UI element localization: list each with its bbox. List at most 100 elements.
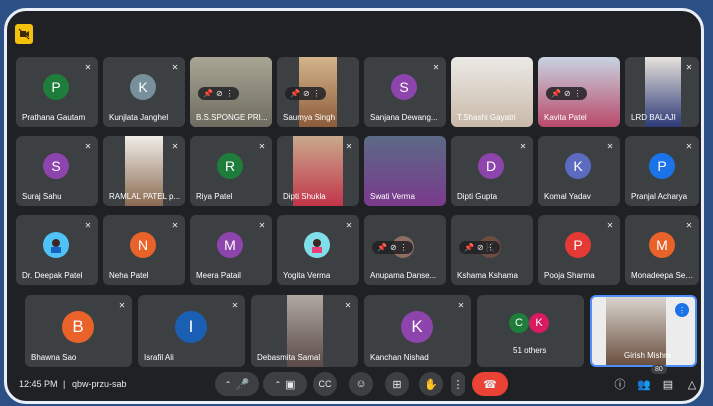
mic-muted-icon: ✕ xyxy=(345,141,353,151)
participant-tile[interactable]: M ✕ Monadeepa Sen... xyxy=(625,215,699,285)
participant-tile[interactable]: ✕ Dr. Deepak Patel xyxy=(16,215,98,285)
participant-tile[interactable]: 📌 ⊘ ⋮ B.S.SPONGE PRI... xyxy=(190,57,272,127)
mic-muted-icon: ✕ xyxy=(171,62,179,72)
mute-icon[interactable]: ⊘ xyxy=(477,243,484,252)
mic-muted-icon: ✕ xyxy=(84,62,92,72)
avatar: I xyxy=(175,311,207,343)
more-icon[interactable]: ⋮ xyxy=(226,89,234,98)
mic-muted-icon: ✕ xyxy=(606,220,614,230)
avatar: N xyxy=(130,232,156,258)
mic-muted-icon: ✕ xyxy=(171,141,179,151)
participant-tile[interactable]: ✕ LRD BALAJI xyxy=(625,57,699,127)
participant-tile[interactable]: S ✕ Suraj Sahu xyxy=(16,136,98,206)
mic-muted-icon: ✕ xyxy=(231,300,239,310)
participant-tile[interactable]: ⋮ Girish Mishra xyxy=(590,295,697,367)
camera-button[interactable]: ⌃ ▣ xyxy=(263,372,307,396)
tile-controls[interactable]: 📌 ⊘ ⋮ xyxy=(198,87,239,100)
people-button[interactable]: 👥 xyxy=(635,375,653,393)
chevron-up-icon[interactable]: ⌃ xyxy=(274,380,281,389)
speaking-indicator-icon: ⋮ xyxy=(675,303,689,317)
participant-tile[interactable]: S ✕ Sanjana Dewang... xyxy=(364,57,446,127)
participant-tile[interactable]: 📌 ⊘ ⋮ Anupama Danse... xyxy=(364,215,446,285)
tile-controls[interactable]: 📌 ⊘ ⋮ xyxy=(372,241,413,254)
pin-icon[interactable]: 📌 xyxy=(377,243,387,252)
tile-controls[interactable]: 📌 ⊘ ⋮ xyxy=(459,241,500,254)
participant-tile[interactable]: ✕ RAMLAL PATEL p... xyxy=(103,136,185,206)
participant-name: Sanjana Dewang... xyxy=(370,113,438,122)
chat-icon: ▤ xyxy=(662,378,674,391)
participant-tile[interactable]: B ✕ Bhawna Sao xyxy=(25,295,132,367)
participant-name: Riya Patel xyxy=(196,192,233,201)
more-icon[interactable]: ⋮ xyxy=(313,89,321,98)
raise-hand-button[interactable]: ✋ xyxy=(419,372,443,396)
avatar: P xyxy=(565,232,591,258)
pin-icon[interactable]: 📌 xyxy=(203,89,213,98)
chevron-up-icon[interactable]: ⌃ xyxy=(225,380,232,389)
participant-tile[interactable]: M ✕ Meera Patail xyxy=(190,215,272,285)
participant-tile[interactable]: 📌 ⊘ ⋮ Kavita Patel xyxy=(538,57,620,127)
avatar: D xyxy=(478,153,504,179)
participant-tile[interactable]: K ✕ Kunjlata Janghel xyxy=(103,57,185,127)
mic-muted-icon: ✕ xyxy=(258,220,266,230)
mic-muted-icon: ✕ xyxy=(344,300,352,310)
more-icon[interactable]: ⋮ xyxy=(487,243,495,252)
participant-tile[interactable]: ✕ Debasmita Samal xyxy=(251,295,358,367)
emoji-button[interactable]: ☺ xyxy=(349,372,373,396)
participant-name: Meera Patail xyxy=(196,271,241,280)
participant-tile[interactable]: K ✕ Komal Yadav xyxy=(538,136,620,206)
participant-tile[interactable]: P ✕ Pranjal Acharya xyxy=(625,136,699,206)
participant-tile[interactable]: ✕ Dipti Shukla xyxy=(277,136,359,206)
app-badge-icon[interactable] xyxy=(15,24,33,44)
more-vert-icon: ⋮ xyxy=(452,378,464,391)
participant-tile[interactable]: P ✕ Pooja Sharma xyxy=(538,215,620,285)
others-tile[interactable]: C K 51 others xyxy=(477,295,584,367)
microphone-icon: 🎤 xyxy=(235,378,250,391)
participant-tile[interactable]: I ✕ Israfil Ali xyxy=(138,295,245,367)
pin-icon[interactable]: 📌 xyxy=(290,89,300,98)
pin-icon[interactable]: 📌 xyxy=(551,89,561,98)
mic-muted-icon: ✕ xyxy=(432,62,440,72)
activities-button[interactable]: △ xyxy=(683,375,701,393)
mute-icon[interactable]: ⊘ xyxy=(216,89,223,98)
participant-tile[interactable]: D ✕ Dipti Gupta xyxy=(451,136,533,206)
mic-button[interactable]: ⌃ 🎤 xyxy=(215,372,259,396)
participant-tile[interactable]: N ✕ Neha Patel xyxy=(103,215,185,285)
emoji-icon: ☺ xyxy=(355,378,367,390)
chat-button[interactable]: ▤ xyxy=(659,375,677,393)
tile-controls[interactable]: 📌 ⊘ ⋮ xyxy=(285,87,326,100)
mute-icon[interactable]: ⊘ xyxy=(390,243,397,252)
participant-tile[interactable]: Swati Verma xyxy=(364,136,446,206)
mic-muted-icon: ✕ xyxy=(685,62,693,72)
present-button[interactable]: ⊞ xyxy=(385,372,409,396)
participant-name: Dr. Deepak Patel xyxy=(22,271,83,280)
participant-name: Girish Mishra xyxy=(624,351,672,360)
mute-icon[interactable]: ⊘ xyxy=(564,89,571,98)
others-count: 51 others xyxy=(513,346,547,355)
participant-tile[interactable]: K 📌⊘⋮ Kshama Kshama xyxy=(451,215,533,285)
avatar xyxy=(304,232,330,258)
mic-muted-icon: ✕ xyxy=(457,300,465,310)
mic-muted-icon: ✕ xyxy=(84,220,92,230)
tile-controls[interactable]: 📌 ⊘ ⋮ xyxy=(546,87,587,100)
participant-tile[interactable]: ✕ Yogita Verma xyxy=(277,215,359,285)
more-icon[interactable]: ⋮ xyxy=(400,243,408,252)
pin-icon[interactable]: 📌 xyxy=(464,243,474,252)
camera-icon: ▣ xyxy=(285,378,296,391)
mute-icon[interactable]: ⊘ xyxy=(303,89,310,98)
participant-name: Neha Patel xyxy=(109,271,149,280)
participant-name: Yogita Verma xyxy=(283,271,331,280)
leave-call-button[interactable]: ☎ xyxy=(472,372,508,396)
participant-tile[interactable]: ✕ T.Shashi Gayatri xyxy=(451,57,533,127)
participant-name: Suraj Sahu xyxy=(22,192,62,201)
captions-button[interactable]: CC xyxy=(313,372,337,396)
participant-tile[interactable]: R ✕ Riya Patel xyxy=(190,136,272,206)
more-options-button[interactable]: ⋮ xyxy=(451,372,465,396)
participant-tile[interactable]: 📌 ⊘ ⋮ Saumya Singh xyxy=(277,57,359,127)
participant-tile[interactable]: P ✕ Prathana Gautam xyxy=(16,57,98,127)
participant-tile[interactable]: K ✕ Kanchan Nishad xyxy=(364,295,471,367)
info-button[interactable]: ⓘ xyxy=(611,375,629,393)
participant-name: Pooja Sharma xyxy=(544,271,595,280)
avatar: P xyxy=(43,74,69,100)
participant-name: Bhawna Sao xyxy=(31,353,77,362)
more-icon[interactable]: ⋮ xyxy=(574,89,582,98)
